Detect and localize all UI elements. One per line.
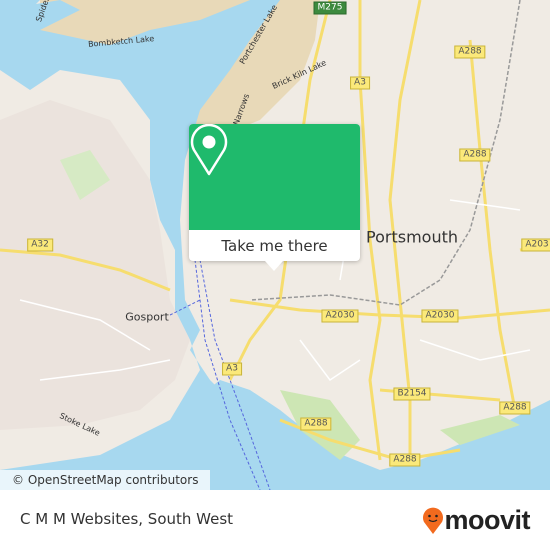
- footer: C M M Websites, South West moovit: [0, 490, 550, 550]
- road-badge-a288: A288: [459, 148, 491, 162]
- moovit-logo: moovit: [422, 505, 530, 536]
- moovit-pin-icon: [423, 507, 444, 534]
- place-portsmouth: Portsmouth: [366, 227, 458, 247]
- popup-pointer: [265, 261, 283, 271]
- moovit-wordmark: moovit: [444, 505, 530, 535]
- road-badge-a3: A3: [350, 76, 370, 90]
- popup-header: [189, 124, 360, 230]
- road-badge-b2154: B2154: [393, 387, 431, 401]
- map[interactable]: M275 A3 A288 A288 A203 A32 A2030 A2030 A…: [0, 0, 550, 490]
- take-me-there-button[interactable]: Take me there: [189, 230, 360, 261]
- road-badge-a288: A288: [454, 45, 486, 59]
- map-pin-icon: [190, 124, 228, 176]
- road-badge-a2030: A2030: [321, 309, 359, 323]
- road-badge-m275: M275: [313, 1, 347, 15]
- place-gosport: Gosport: [125, 310, 169, 324]
- location-title: C M M Websites, South West: [20, 510, 234, 528]
- road-badge-a288: A288: [499, 401, 531, 415]
- road-badge-a2030: A2030: [421, 309, 459, 323]
- road-badge-a288: A288: [300, 417, 332, 431]
- map-attribution[interactable]: © OpenStreetMap contributors: [0, 470, 211, 490]
- road-badge-a3: A3: [222, 362, 242, 376]
- destination-popup[interactable]: Take me there: [189, 124, 360, 271]
- road-badge-a288: A288: [389, 453, 421, 467]
- road-badge-a203: A203: [521, 238, 550, 252]
- road-badge-a32: A32: [27, 238, 53, 252]
